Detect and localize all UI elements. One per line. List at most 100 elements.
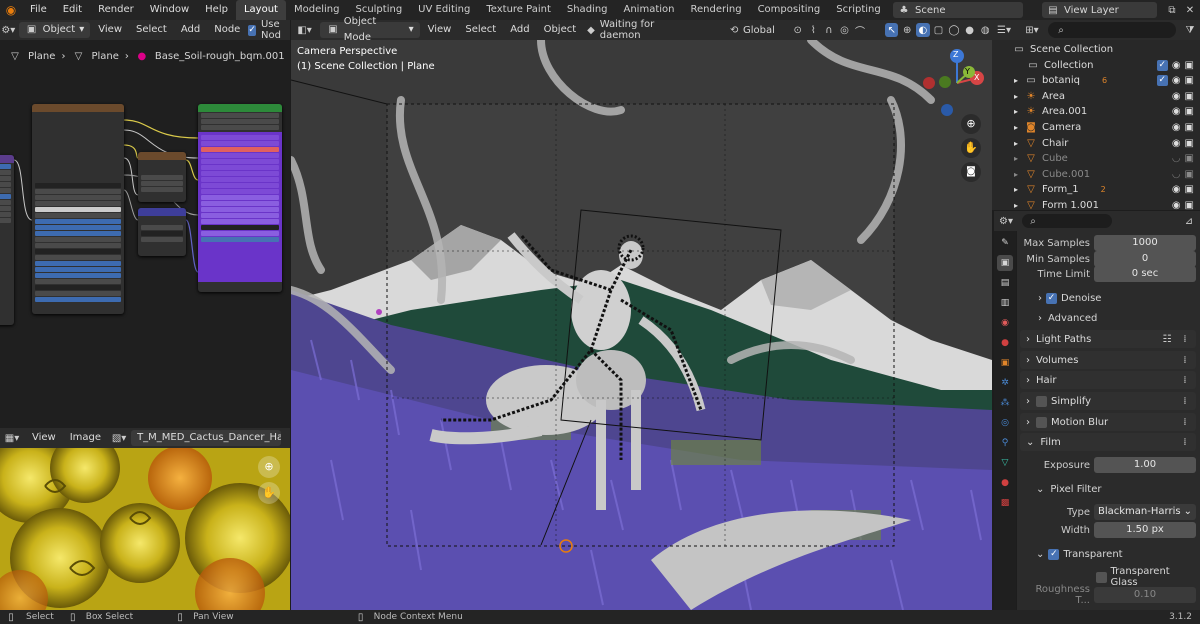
eye-icon[interactable]: ◉ — [1172, 184, 1181, 195]
menu-file[interactable]: File — [22, 0, 55, 20]
camera-render-icon[interactable]: ▣ — [1185, 153, 1194, 164]
particles-tab-icon[interactable]: ⁂ — [997, 395, 1013, 411]
image-editor-canvas[interactable]: ⊕ ✋ — [0, 448, 290, 610]
simplify-checkbox[interactable] — [1036, 395, 1047, 407]
menu-edit[interactable]: Edit — [55, 0, 90, 20]
outliner-item[interactable]: ▸ ▽ Form_1 2 ◉ ▣ — [992, 182, 1200, 198]
tab-rendering[interactable]: Rendering — [682, 0, 749, 20]
shading-material-icon[interactable]: ◍ — [978, 23, 992, 37]
camera-render-icon[interactable]: ▣ — [1185, 200, 1194, 211]
image-browse-icon[interactable]: ▧▾ — [109, 431, 129, 445]
camera-render-icon[interactable]: ▣ — [1185, 75, 1194, 86]
expand-chevron-icon[interactable]: ▸ — [1014, 76, 1024, 85]
viewport-zoom-icon[interactable]: ⊕ — [961, 114, 981, 134]
viewport-menu-add[interactable]: Add — [504, 20, 535, 40]
camera-render-icon[interactable]: ▣ — [1185, 91, 1194, 102]
tab-scripting[interactable]: Scripting — [828, 0, 888, 20]
scene-tab-icon[interactable]: ◉ — [997, 315, 1013, 331]
drag-handle-icon[interactable]: ⁞ — [1178, 353, 1192, 367]
advanced-subpanel[interactable]: › Advanced — [1020, 309, 1196, 327]
expand-chevron-icon[interactable]: ▸ — [1014, 107, 1024, 116]
exposure-field[interactable]: 1.00 — [1094, 457, 1196, 473]
tab-compositing[interactable]: Compositing — [750, 0, 829, 20]
object-type-dropdown[interactable]: ▣ Object ▾ — [18, 22, 91, 38]
expand-chevron-icon[interactable]: ▸ — [1014, 123, 1024, 132]
copy-view-layer-icon[interactable]: ⧉ — [1165, 3, 1179, 17]
eye-icon[interactable]: ◡ — [1172, 153, 1181, 164]
expand-chevron-icon[interactable]: ▸ — [1014, 201, 1024, 210]
outliner-item[interactable]: ▸ ◙ Camera ◉ ▣ — [992, 119, 1200, 135]
blender-logo-icon[interactable]: ◉ — [0, 3, 22, 17]
expand-chevron-icon[interactable]: ▸ — [1014, 139, 1024, 148]
world-tab-icon[interactable]: ● — [997, 335, 1013, 351]
eye-icon[interactable]: ◉ — [1172, 122, 1181, 133]
material-tab-icon[interactable]: ● — [997, 475, 1013, 491]
denoise-subpanel[interactable]: › ✓ Denoise — [1020, 289, 1196, 307]
pixel-filter-subpanel[interactable]: ⌄ Pixel Filter — [1020, 480, 1196, 498]
principled-bsdf-node[interactable] — [198, 104, 282, 292]
snap-icon[interactable]: ⌇ — [806, 23, 820, 37]
mapping-node[interactable] — [0, 155, 14, 325]
tool-tab-icon[interactable]: ✎ — [997, 235, 1013, 251]
transparent-checkbox[interactable]: ✓ — [1048, 548, 1060, 560]
expand-chevron-icon[interactable]: ▸ — [1014, 154, 1024, 163]
outliner-search-input[interactable]: ⌕ — [1048, 22, 1176, 38]
camera-render-icon[interactable]: ▣ — [1185, 106, 1194, 117]
texture-tab-icon[interactable]: ▩ — [997, 495, 1013, 511]
properties-type-icon[interactable]: ⚙▾ — [994, 214, 1018, 228]
properties-search-input[interactable]: ⌕ — [1022, 214, 1112, 228]
outliner-type-icon[interactable]: ☰▾ — [992, 23, 1016, 37]
display-mode-icon[interactable]: ⊞▾ — [1020, 23, 1044, 37]
light-paths-panel[interactable]: › Light Paths ☷ ⁞ — [1020, 330, 1196, 348]
motion-blur-checkbox[interactable] — [1036, 416, 1047, 428]
breadcrumb-mesh[interactable]: Plane — [91, 51, 118, 62]
viewport-type-icon[interactable]: ◧▾ — [291, 23, 318, 37]
camera-render-icon[interactable]: ▣ — [1185, 169, 1194, 180]
view-layer-selector[interactable]: ▤ View Layer — [1042, 2, 1157, 18]
normal-map-node[interactable] — [138, 208, 186, 256]
hand-pan-icon[interactable]: ✋ — [258, 482, 280, 504]
denoise-checkbox[interactable]: ✓ — [1046, 292, 1057, 304]
roughness-threshold-field[interactable]: 0.10 — [1094, 587, 1196, 603]
outliner-item[interactable]: ▸ ☀ Area ◉ ▣ — [992, 88, 1200, 104]
eye-icon[interactable]: ◉ — [1172, 106, 1181, 117]
scene-selector[interactable]: ♣ Scene — [893, 2, 1023, 18]
pivot-icon[interactable]: ⊙ — [791, 23, 805, 37]
menu-help[interactable]: Help — [197, 0, 236, 20]
tab-uv-editing[interactable]: UV Editing — [410, 0, 478, 20]
list-icon[interactable]: ☷ — [1160, 332, 1174, 346]
breadcrumb-object[interactable]: Plane — [28, 51, 55, 62]
eye-icon[interactable]: ◉ — [1172, 91, 1181, 102]
object-tab-icon[interactable]: ▣ — [997, 355, 1013, 371]
time-limit-field[interactable]: 0 sec — [1094, 266, 1196, 282]
drag-handle-icon[interactable]: ⁞ — [1178, 415, 1192, 429]
camera-render-icon[interactable]: ▣ — [1185, 184, 1194, 195]
drag-handle-icon[interactable]: ⁞ — [1178, 394, 1192, 408]
menu-render[interactable]: Render — [90, 0, 142, 20]
outliner-item[interactable]: ▭ Collection ✓ ◉ ▣ — [992, 57, 1200, 73]
breadcrumb-material[interactable]: Base_Soil-rough_bqm.001 — [155, 51, 285, 62]
falloff-icon[interactable]: ⌒ — [853, 23, 867, 38]
overlay-icon[interactable]: ◐ — [916, 23, 930, 37]
node-menu-add[interactable]: Add — [175, 20, 206, 40]
menu-window[interactable]: Window — [142, 0, 197, 20]
tab-modeling[interactable]: Modeling — [286, 0, 348, 20]
expand-chevron-icon[interactable]: ▸ — [1014, 170, 1024, 179]
texture-group-node[interactable] — [32, 104, 124, 314]
tab-animation[interactable]: Animation — [616, 0, 683, 20]
expand-chevron-icon[interactable]: ▸ — [1014, 92, 1024, 101]
drag-handle-icon[interactable]: ⁞ — [1178, 373, 1192, 387]
exclude-checkbox[interactable]: ✓ — [1156, 59, 1168, 71]
close-view-layer-icon[interactable]: ✕ — [1183, 3, 1197, 17]
eye-icon[interactable]: ◉ — [1172, 60, 1181, 71]
simplify-panel[interactable]: › Simplify ⁞ — [1020, 392, 1196, 410]
viewport-menu-view[interactable]: View — [422, 20, 458, 40]
viewport-menu-object[interactable]: Object — [538, 20, 583, 40]
pin-icon[interactable]: ⊿ — [1182, 214, 1196, 228]
drag-handle-icon[interactable]: ⁞ — [1178, 435, 1192, 449]
editor-type-icon[interactable]: ⚙▾ — [0, 23, 17, 37]
outliner-scene-collection[interactable]: ▭ Scene Collection — [992, 41, 1200, 57]
film-panel[interactable]: ⌄ Film ⁞ — [1020, 433, 1196, 451]
outliner-item[interactable]: ▸ ▽ Cube ◡ ▣ — [992, 151, 1200, 167]
orientation-dropdown[interactable]: Global — [743, 25, 789, 36]
